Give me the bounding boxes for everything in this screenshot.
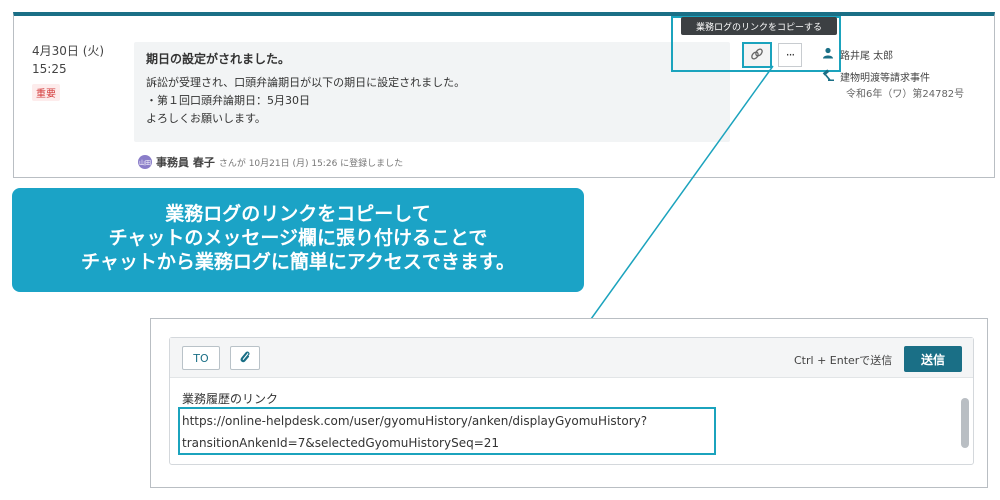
work-log-card: 4月30日 (火) 15:25 重要 期日の設定がされました。 訴訟が受理され、… xyxy=(13,12,995,178)
copy-link-tooltip: 業務ログのリンクをコピーする xyxy=(681,17,837,35)
avatar: 山田 xyxy=(138,155,152,169)
send-button[interactable]: 送信 xyxy=(904,346,962,372)
callout-line: 業務ログのリンクをコピーして xyxy=(165,203,431,225)
explanation-callout: 業務ログのリンクをコピーして チャットのメッセージ欄に張り付けることで チャット… xyxy=(12,188,584,292)
log-date: 4月30日 (火) xyxy=(32,44,105,58)
log-time: 15:25 xyxy=(32,62,67,76)
related-case[interactable]: 建物明渡等請求事件 xyxy=(822,65,964,87)
log-entry-body-line: よろしくお願いします。 xyxy=(146,112,266,125)
scrollbar-thumb[interactable] xyxy=(961,398,969,448)
related-case-name: 建物明渡等請求事件 xyxy=(840,72,930,84)
person-icon xyxy=(822,47,834,62)
link-icon xyxy=(750,46,764,65)
registered-user-name[interactable]: 事務員 春子 xyxy=(156,154,215,170)
log-entry-title: 期日の設定がされました。 xyxy=(146,52,291,66)
log-entry-body-line: ・第１回口頭弁論期日：5月30日 xyxy=(146,94,310,107)
callout-line: チャットから業務ログに簡単にアクセスできます。 xyxy=(81,251,515,273)
more-options-button[interactable]: ··· xyxy=(778,43,802,67)
log-entry-body: 訴訟が受理され、口頭弁論期日が以下の期日に設定されました。 ・第１回口頭弁論期日… xyxy=(146,74,465,128)
related-person[interactable]: 路井尾 太郎 xyxy=(822,43,964,65)
important-badge: 重要 xyxy=(32,84,60,101)
log-entry-content: 期日の設定がされました。 訴訟が受理され、口頭弁論期日が以下の期日に設定されまし… xyxy=(134,42,730,142)
chat-toolbar: TO Ctrl + Enterで送信 送信 xyxy=(170,338,973,378)
related-info: 路井尾 太郎 建物明渡等請求事件 令和6年（ワ）第24782号 xyxy=(822,43,964,100)
send-shortcut-hint: Ctrl + Enterで送信 xyxy=(794,354,893,367)
attach-button[interactable] xyxy=(230,346,260,370)
copy-link-button[interactable] xyxy=(742,42,772,68)
callout-line: チャットのメッセージ欄に張り付けることで xyxy=(108,227,488,249)
chat-panel: TO Ctrl + Enterで送信 送信 業務履歴のリンク https://o… xyxy=(150,318,988,488)
to-button[interactable]: TO xyxy=(182,346,220,370)
log-entry-body-line: 訴訟が受理され、口頭弁論期日が以下の期日に設定されました。 xyxy=(146,76,466,89)
related-person-name: 路井尾 太郎 xyxy=(840,50,894,62)
case-number: 令和6年（ワ）第24782号 xyxy=(846,89,965,100)
chat-composer: TO Ctrl + Enterで送信 送信 業務履歴のリンク https://o… xyxy=(169,337,974,465)
message-scrollbar[interactable] xyxy=(961,380,969,460)
gavel-icon xyxy=(822,68,834,84)
paperclip-icon xyxy=(239,349,251,368)
registered-timestamp: さんが 10月21日 (月) 15:26 に登録しました xyxy=(218,158,404,169)
pasted-link-highlight xyxy=(178,407,716,455)
registered-by: 山田 事務員 春子 さんが 10月21日 (月) 15:26 に登録しました xyxy=(138,154,403,170)
